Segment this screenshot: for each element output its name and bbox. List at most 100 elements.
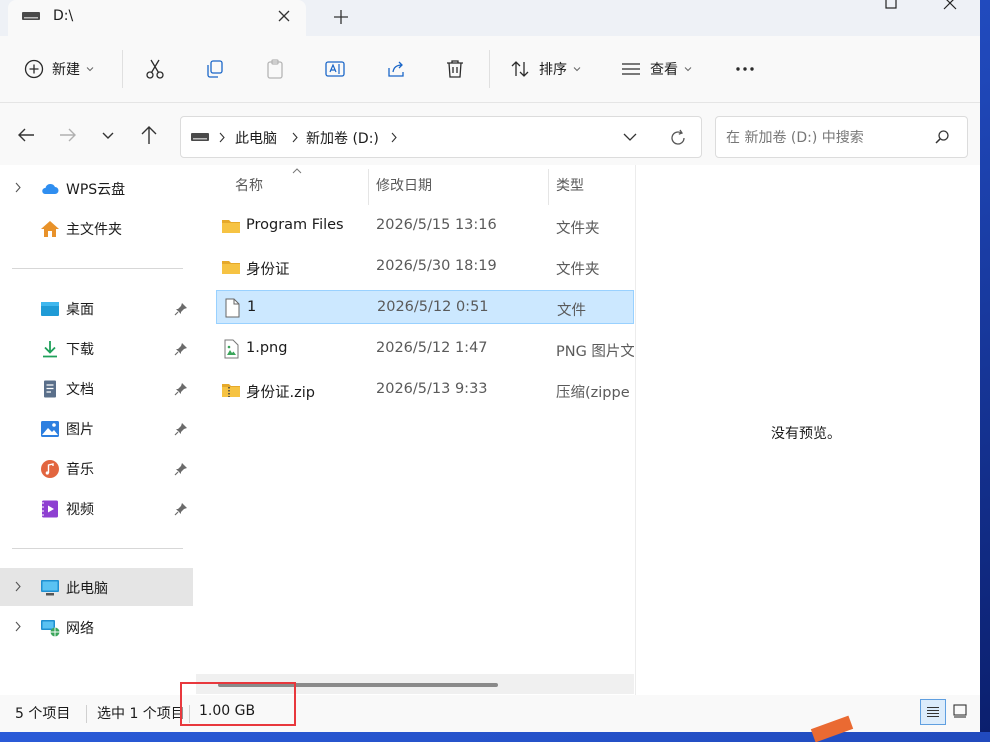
toolbar-divider [122, 50, 123, 88]
network-icon [41, 620, 60, 637]
share-icon [388, 61, 404, 77]
chevron-down-icon [684, 67, 692, 72]
file-type: 文件夹 [556, 221, 600, 237]
file-name: 1.png [246, 340, 288, 356]
sidebar-item-wps-cloud[interactable]: WPS云盘 [0, 169, 193, 207]
column-divider[interactable] [548, 169, 549, 205]
file-row-1-png[interactable]: 1.png 2026/5/12 1:47 PNG 图片文 [216, 332, 634, 366]
clipboard-icon [267, 59, 283, 79]
chevron-down-icon[interactable] [622, 131, 638, 143]
sidebar-item-home[interactable]: 主文件夹 [0, 209, 193, 247]
chevron-right-icon[interactable] [291, 132, 299, 143]
sidebar-divider [12, 548, 183, 549]
download-icon [43, 341, 57, 358]
sidebar-item-desktop[interactable]: 桌面 [0, 289, 193, 327]
pin-icon[interactable] [174, 302, 188, 316]
file-row-program-files[interactable]: Program Files 2026/5/15 13:16 文件夹 [216, 209, 634, 243]
pin-icon[interactable] [174, 382, 188, 396]
pin-icon[interactable] [174, 462, 188, 476]
sort-button[interactable]: 排序 [509, 48, 581, 90]
tab-title: D:\ [53, 8, 74, 24]
forward-arrow-icon [60, 128, 76, 142]
file-row-id-card-zip[interactable]: 身份证.zip 2026/5/13 9:33 压缩(zippe [216, 373, 634, 407]
recent-locations-chevron-icon[interactable] [96, 123, 120, 147]
rename-button[interactable] [324, 48, 346, 90]
sidebar-item-label: 网络 [66, 621, 94, 637]
file-name: 1 [247, 299, 257, 315]
file-date: 2026/5/15 13:16 [376, 217, 497, 233]
file-row-1[interactable]: 1 2026/5/12 0:51 文件 [216, 290, 634, 324]
tiles-view-button[interactable] [948, 699, 974, 725]
chevron-right-icon[interactable] [14, 581, 22, 592]
tiles-view-icon [953, 704, 967, 718]
desktop-icon [41, 302, 59, 316]
sidebar-item-music[interactable]: 音乐 [0, 449, 193, 487]
trash-icon [447, 60, 463, 78]
refresh-icon[interactable] [668, 128, 688, 148]
window-close-icon[interactable] [935, 0, 965, 12]
back-arrow-icon[interactable] [14, 123, 38, 147]
column-header-name[interactable]: 名称 [235, 175, 263, 195]
cut-button[interactable] [144, 48, 166, 90]
more-icon [736, 67, 754, 71]
pictures-icon [41, 421, 59, 437]
sort-label: 排序 [539, 62, 567, 78]
file-name: Program Files [246, 217, 344, 233]
search-box[interactable] [715, 116, 968, 158]
sidebar-item-videos[interactable]: 视频 [0, 489, 193, 527]
sort-ascending-icon [292, 168, 302, 174]
chevron-right-icon[interactable] [14, 182, 22, 193]
sidebar-item-label: 主文件夹 [66, 222, 122, 238]
up-arrow-icon[interactable] [137, 123, 161, 147]
video-icon [42, 500, 58, 518]
view-label: 查看 [650, 62, 678, 78]
file-explorer-window: D:\ 新建 排序 查看 此电脑 新加卷 (D:) 在 新加卷 (D:) 中搜索… [0, 0, 980, 732]
pin-icon[interactable] [174, 502, 188, 516]
column-header-type[interactable]: 类型 [556, 175, 584, 195]
home-icon [41, 221, 59, 237]
new-button[interactable]: 新建 [24, 48, 94, 90]
pin-icon[interactable] [174, 342, 188, 356]
search-input[interactable] [724, 127, 928, 149]
close-icon[interactable] [274, 6, 294, 26]
chevron-right-icon[interactable] [390, 132, 398, 143]
copy-button[interactable] [204, 48, 226, 90]
pin-icon[interactable] [174, 422, 188, 436]
more-options-button[interactable] [734, 48, 756, 90]
search-icon[interactable] [934, 129, 950, 145]
drive-icon [191, 133, 209, 141]
new-label: 新建 [52, 62, 80, 78]
file-type: 压缩(zippe [556, 385, 630, 401]
chevron-right-icon[interactable] [218, 132, 226, 143]
chevron-right-icon[interactable] [14, 621, 22, 632]
navigation-pane: WPS云盘 主文件夹 桌面 下载 文档 图片 音乐 视频 此电脑 网络 [0, 165, 195, 685]
tab-drive-d[interactable]: D:\ [8, 0, 306, 36]
file-row-id-card-folder[interactable]: 身份证 2026/5/30 18:19 文件夹 [216, 250, 634, 284]
column-header-date[interactable]: 修改日期 [376, 175, 432, 195]
sidebar-item-label: 此电脑 [66, 581, 108, 597]
details-view-button[interactable] [920, 699, 946, 725]
sidebar-item-documents[interactable]: 文档 [0, 369, 193, 407]
file-list: 名称 修改日期 类型 Program Files 2026/5/15 13:16… [196, 165, 634, 695]
chevron-down-icon [573, 67, 581, 72]
copy-icon [207, 60, 223, 78]
breadcrumb-drive-d[interactable]: 新加卷 (D:) [306, 128, 379, 148]
file-date: 2026/5/12 0:51 [377, 299, 489, 315]
new-tab-icon[interactable] [330, 6, 352, 28]
sidebar-item-downloads[interactable]: 下载 [0, 329, 193, 367]
address-bar[interactable]: 此电脑 新加卷 (D:) [180, 116, 702, 158]
rename-icon [325, 61, 345, 77]
column-divider[interactable] [368, 169, 369, 205]
share-button[interactable] [385, 48, 407, 90]
sidebar-item-pictures[interactable]: 图片 [0, 409, 193, 447]
preview-pane: 没有预览。 [635, 165, 980, 695]
file-date: 2026/5/13 9:33 [376, 381, 488, 397]
file-date: 2026/5/30 18:19 [376, 258, 497, 274]
delete-button[interactable] [444, 48, 466, 90]
maximize-icon[interactable] [876, 0, 906, 12]
sidebar-item-this-pc[interactable]: 此电脑 [0, 568, 193, 606]
breadcrumb-this-pc[interactable]: 此电脑 [235, 128, 277, 148]
sidebar-item-network[interactable]: 网络 [0, 608, 193, 646]
command-bar: 新建 排序 查看 [0, 36, 980, 103]
view-button[interactable]: 查看 [620, 48, 692, 90]
